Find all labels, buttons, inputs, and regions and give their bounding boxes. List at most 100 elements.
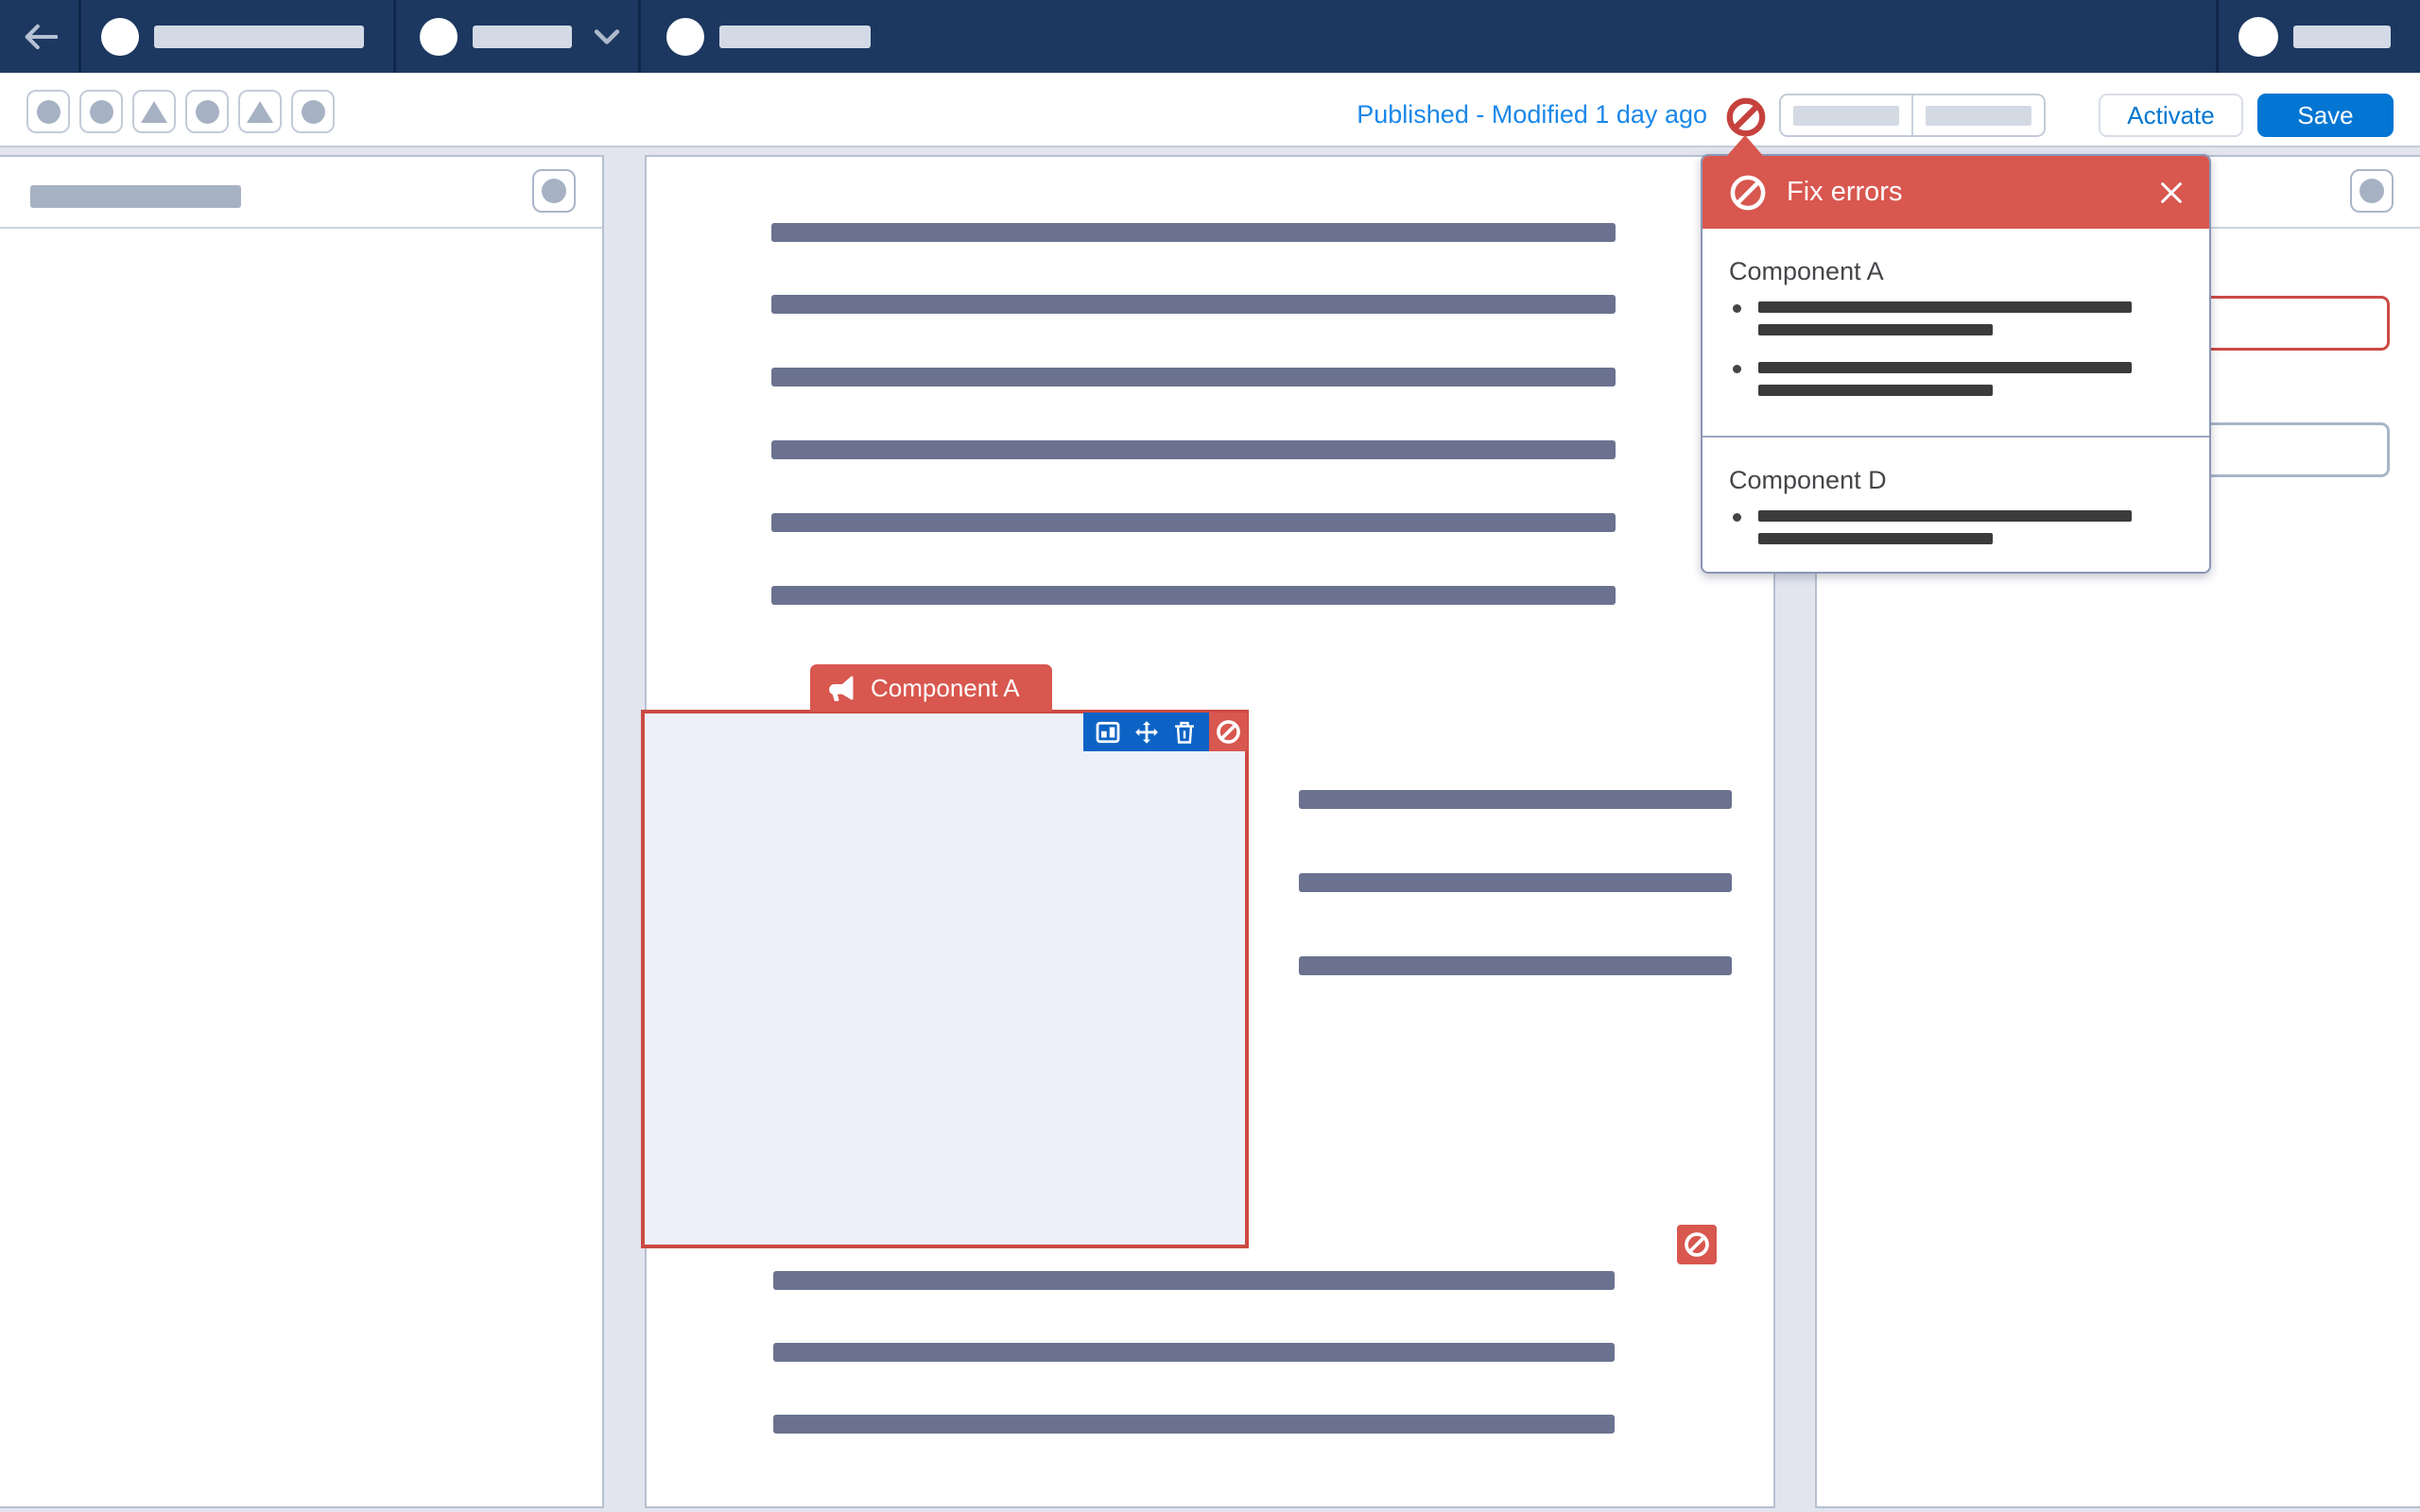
circle-placeholder-icon (90, 100, 113, 124)
error-section-component-a: Component A (1703, 257, 2209, 407)
error-text-placeholder (1758, 362, 2132, 373)
text-placeholder-line (773, 1415, 1615, 1434)
page-builder-window: Published - Modified 1 day ago Activate … (0, 0, 2420, 1512)
activate-button[interactable]: Activate (2099, 94, 2243, 137)
context-icon-placeholder (666, 18, 704, 56)
error-section-component-d: Component D (1703, 436, 2209, 556)
component-action-toolbar (1083, 713, 1248, 751)
site-logo-placeholder (101, 18, 139, 56)
palette-tool-triangle[interactable] (132, 90, 176, 133)
user-menu[interactable] (2238, 0, 2391, 73)
selected-component-label: Component A (810, 664, 1052, 712)
view-mode-right-placeholder (1926, 106, 2031, 126)
palette-tool-circle[interactable] (291, 90, 335, 133)
nav-context-item[interactable] (666, 0, 871, 73)
page-name-placeholder (473, 26, 572, 48)
nav-divider (638, 0, 641, 73)
bullet-dot (1733, 304, 1741, 313)
fix-errors-body: Component A Component D (1703, 229, 2209, 572)
site-name-placeholder (154, 26, 364, 48)
context-label-placeholder (719, 26, 871, 48)
chevron-down-icon (593, 28, 621, 45)
text-placeholder-line (1299, 873, 1732, 892)
component-actions (1083, 713, 1209, 751)
triangle-placeholder-icon (141, 101, 167, 123)
error-text-placeholder (1758, 301, 2132, 313)
bullet-dot (1733, 365, 1741, 373)
avatar (2238, 17, 2278, 57)
layout-icon (1094, 718, 1122, 747)
circle-placeholder-icon (196, 100, 219, 124)
save-button[interactable]: Save (2257, 94, 2394, 137)
text-placeholder-line (773, 1271, 1615, 1290)
palette-tool-circle[interactable] (26, 90, 70, 133)
text-placeholder-line (771, 368, 1616, 387)
palette-tool-circle[interactable] (185, 90, 229, 133)
trash-icon (1171, 719, 1198, 746)
error-component-name: Component D (1729, 466, 2183, 495)
nav-divider (2216, 0, 2219, 73)
circle-placeholder-icon (302, 100, 325, 124)
error-text-placeholder (1758, 533, 1993, 544)
components-sidebar (0, 155, 604, 1508)
text-placeholder-line (1299, 790, 1732, 809)
text-placeholder-line (773, 1343, 1615, 1362)
bullet-dot (1733, 513, 1741, 522)
properties-header-button[interactable] (2350, 169, 2394, 213)
component-delete-button[interactable] (1170, 718, 1199, 747)
sidebar-header-icon-placeholder (542, 179, 566, 203)
sidebar-header (0, 157, 602, 229)
move-icon (1132, 718, 1161, 747)
text-placeholder-line (771, 295, 1616, 314)
palette-tool-circle[interactable] (79, 90, 123, 133)
fix-errors-popover: Fix errors Component A Component D (1701, 154, 2211, 574)
selected-component-region[interactable] (641, 710, 1249, 1248)
close-button[interactable] (2154, 176, 2188, 210)
publish-status-text: Published - Modified 1 day ago (1357, 100, 1707, 129)
sidebar-header-button[interactable] (532, 169, 576, 213)
text-placeholder-line (771, 223, 1616, 242)
view-mode-left-button[interactable] (1781, 95, 1911, 135)
selected-component-name: Component A (871, 674, 1020, 703)
popover-pointer (1726, 135, 1764, 157)
text-placeholder-line (771, 440, 1616, 459)
text-placeholder-line (1299, 956, 1732, 975)
view-mode-right-button[interactable] (1911, 95, 2044, 135)
error-text-placeholder (1758, 385, 1993, 396)
component-move-button[interactable] (1132, 718, 1161, 747)
error-list (1729, 510, 2183, 556)
circle-placeholder-icon (37, 100, 60, 124)
error-bullet (1729, 510, 2183, 556)
error-text-placeholder (1758, 510, 2132, 522)
close-icon (2158, 180, 2185, 206)
nav-divider (78, 0, 81, 73)
nav-site-switcher[interactable] (101, 0, 364, 73)
ban-icon (1216, 719, 1241, 745)
back-button[interactable] (13, 16, 66, 58)
triangle-placeholder-icon (247, 101, 273, 123)
megaphone-icon (827, 673, 857, 703)
popover-title: Fix errors (1787, 177, 2135, 208)
ban-icon (1725, 96, 1767, 138)
ban-icon (1684, 1231, 1710, 1258)
error-bullet (1729, 301, 2183, 347)
builder-toolbar (0, 73, 2420, 147)
error-text-placeholder (1758, 324, 1993, 335)
component-error-button[interactable] (1209, 713, 1248, 751)
view-mode-group (1779, 94, 2046, 137)
component-layout-button[interactable] (1094, 718, 1122, 747)
page-icon-placeholder (420, 18, 458, 56)
properties-header-icon-placeholder (2360, 179, 2384, 203)
nav-page-picker[interactable] (420, 0, 621, 73)
top-nav (0, 0, 2420, 73)
username-placeholder (2293, 26, 2391, 48)
text-placeholder-line (771, 586, 1616, 605)
component-error-badge[interactable] (1677, 1225, 1717, 1264)
error-bullet (1729, 362, 2183, 407)
palette-tool-triangle[interactable] (238, 90, 282, 133)
back-arrow-icon (22, 23, 58, 51)
page-errors-button[interactable] (1725, 96, 1767, 138)
view-mode-left-placeholder (1793, 106, 1899, 126)
sidebar-title-placeholder (30, 185, 241, 208)
nav-divider (393, 0, 396, 73)
